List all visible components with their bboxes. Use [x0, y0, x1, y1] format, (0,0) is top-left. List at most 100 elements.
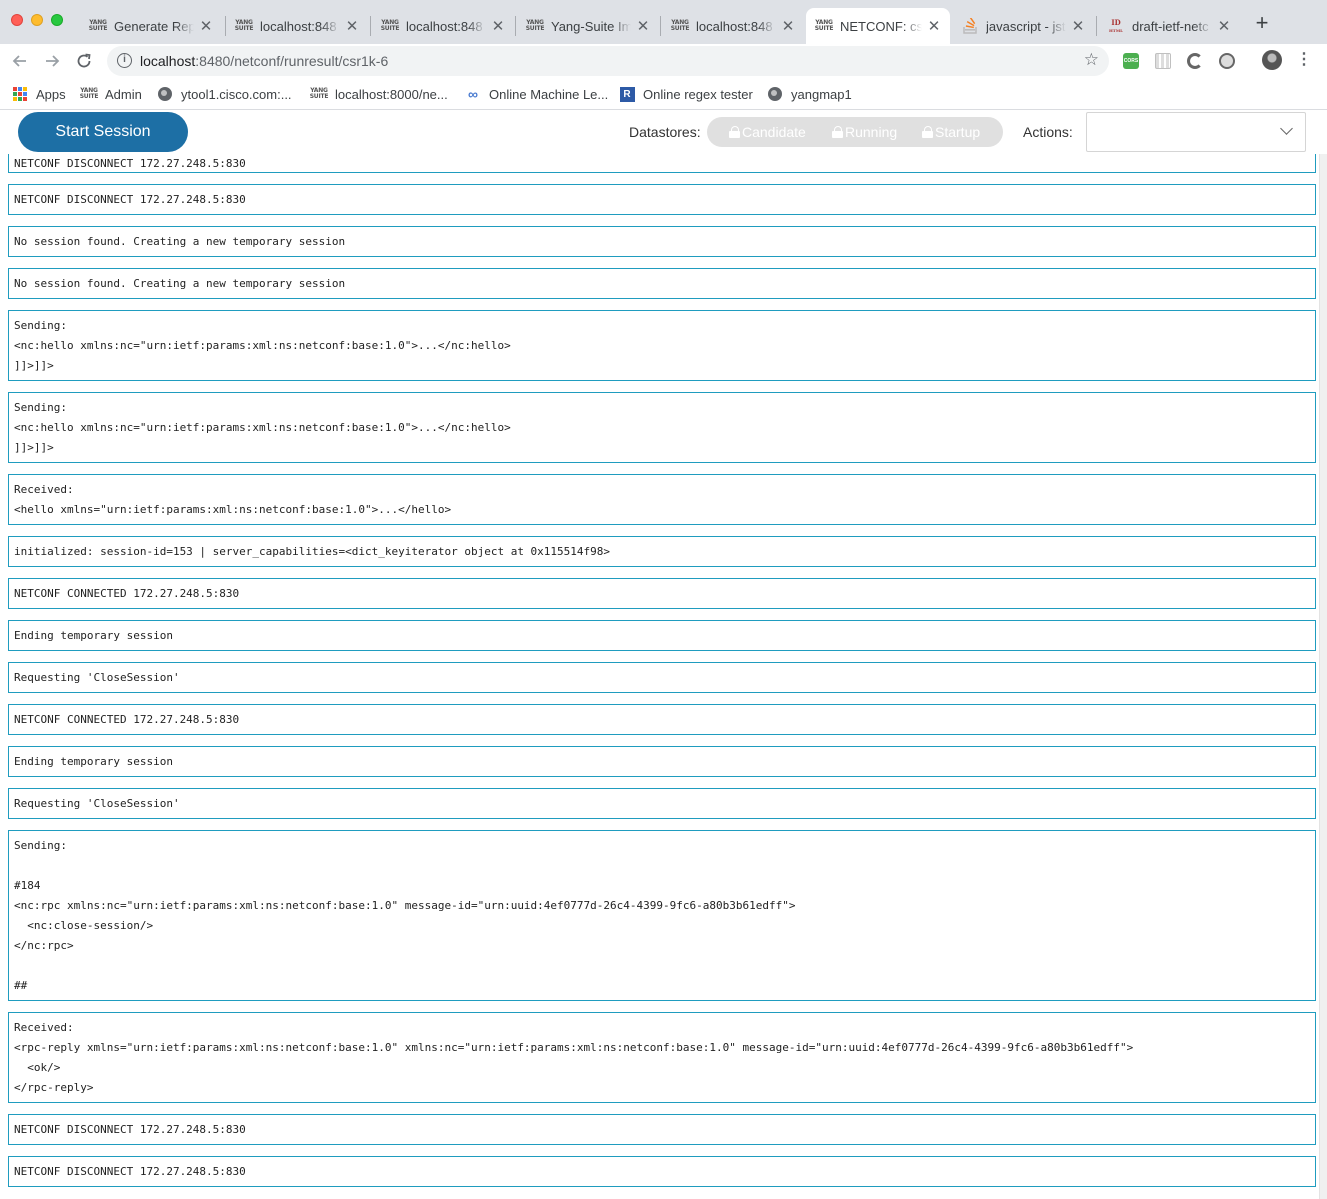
yang-suite-icon: YANG SUITE: [380, 19, 400, 32]
tab-close-icon[interactable]: ✕: [635, 17, 651, 35]
bookmark-label: Online regex tester: [643, 86, 753, 102]
yang-suite-icon: YANG SUITE: [309, 87, 329, 100]
tab-close-icon[interactable]: ✕: [198, 17, 214, 35]
tab-title: localhost:848: [696, 18, 776, 34]
bookmark-apps[interactable]: Apps: [12, 84, 66, 104]
extension-circle-icon[interactable]: [1219, 53, 1235, 69]
profile-avatar[interactable]: [1262, 50, 1282, 70]
datastore-startup[interactable]: Startup: [922, 124, 980, 140]
page-header: Start Session Datastores: Candidate Runn…: [0, 111, 1327, 154]
window-close-button[interactable]: [11, 14, 23, 26]
back-icon[interactable]: [9, 50, 31, 72]
infinity-icon: ∞: [468, 86, 478, 102]
tab-divider: [1096, 16, 1097, 36]
browser-tab[interactable]: YANG SUITE localhost:848 ✕: [662, 8, 804, 44]
tab-close-icon[interactable]: ✕: [1070, 17, 1086, 35]
yang-suite-icon: YANG SUITE: [525, 19, 545, 32]
bookmark-ytool1[interactable]: ytool1.cisco.com:...: [157, 84, 292, 104]
bookmark-label: ytool1.cisco.com:...: [181, 86, 292, 102]
browser-tab[interactable]: YANG SUITE Generate Repl ✕: [80, 8, 222, 44]
cors-extension-icon[interactable]: CORS: [1123, 53, 1139, 69]
window-minimize-button[interactable]: [31, 14, 43, 26]
forward-icon[interactable]: [41, 50, 63, 72]
datastore-running[interactable]: Running: [832, 124, 897, 140]
browser-tab[interactable]: YANG SUITE localhost:848 ✕: [372, 8, 514, 44]
bookmarks-bar: Apps YANG SUITE Admin ytool1.cisco.com:..…: [0, 78, 1327, 110]
tab-close-icon[interactable]: ✕: [926, 17, 942, 35]
datastore-label: Startup: [935, 124, 981, 140]
bookmark-label: Online Machine Le...: [489, 86, 609, 102]
page-content: NETCONF DISCONNECT 172.27.248.5:830 NETC…: [0, 111, 1327, 1199]
bookmark-star-icon[interactable]: ☆: [1084, 50, 1099, 70]
lock-icon: [729, 126, 740, 138]
tab-title: localhost:848: [406, 18, 486, 34]
log-entry: NETCONF DISCONNECT 172.27.248.5:830: [8, 1156, 1316, 1187]
new-tab-button[interactable]: +: [1250, 12, 1274, 36]
datastores-label: Datastores:: [629, 124, 701, 140]
tab-title: Yang-Suite Im: [551, 18, 631, 34]
tab-divider: [370, 16, 371, 36]
browser-tab-active[interactable]: YANG SUITE NETCONF: csr ✕: [806, 8, 950, 44]
browser-tab[interactable]: YANG SUITE Yang-Suite Im ✕: [517, 8, 659, 44]
page-scrollbar[interactable]: [1319, 111, 1327, 1199]
browser-toolbar: i localhost:8480/netconf/runresult/csr1k…: [0, 44, 1327, 78]
bookmark-label: localhost:8000/ne...: [335, 86, 448, 102]
bookmark-label: Admin: [105, 86, 142, 102]
browser-tab[interactable]: ID HTML draft-ietf-netc ✕: [1098, 8, 1240, 44]
tab-divider: [515, 16, 516, 36]
tab-title: javascript - jst: [986, 18, 1066, 34]
log-entry: Received: <rpc-reply xmlns="urn:ietf:par…: [8, 1012, 1316, 1103]
url-text[interactable]: localhost:8480/netconf/runresult/csr1k-6: [140, 53, 388, 69]
extension-grid-icon[interactable]: [1155, 53, 1171, 69]
browser-tab[interactable]: YANG SUITE localhost:848 ✕: [226, 8, 368, 44]
datastore-label: Candidate: [742, 124, 806, 140]
yang-suite-icon: YANG SUITE: [814, 19, 834, 32]
tab-title: localhost:848: [260, 18, 340, 34]
start-session-button[interactable]: Start Session: [18, 112, 188, 152]
ietf-icon: ID HTML: [1109, 17, 1123, 33]
tab-divider: [660, 16, 661, 36]
bookmark-label: Apps: [36, 86, 66, 102]
site-info-icon[interactable]: i: [117, 53, 132, 68]
log-entry: No session found. Creating a new tempora…: [8, 268, 1316, 299]
yang-suite-icon: YANG SUITE: [234, 19, 254, 32]
log-entry: initialized: session-id=153 | server_cap…: [8, 536, 1316, 567]
log-entry: NETCONF CONNECTED 172.27.248.5:830: [8, 704, 1316, 735]
datastore-selector: Candidate Running Startup: [707, 117, 1003, 147]
lock-icon: [832, 126, 843, 138]
apps-grid-icon: [12, 86, 28, 102]
bookmark-yangmap1[interactable]: yangmap1: [767, 84, 852, 104]
bookmark-online-regex-tester[interactable]: R Online regex tester: [619, 84, 753, 104]
log-entry: Received: <hello xmlns="urn:ietf:params:…: [8, 474, 1316, 525]
bookmark-label: yangmap1: [791, 86, 852, 102]
extension-sync-icon[interactable]: [1187, 53, 1203, 69]
browser-menu-icon[interactable]: ⋮: [1296, 50, 1312, 70]
address-bar[interactable]: i localhost:8480/netconf/runresult/csr1k…: [107, 46, 1109, 76]
log-entry: NETCONF DISCONNECT 172.27.248.5:830: [8, 184, 1316, 215]
log-entry: Requesting 'CloseSession': [8, 788, 1316, 819]
log-entry: No session found. Creating a new tempora…: [8, 226, 1316, 257]
tab-close-icon[interactable]: ✕: [344, 17, 360, 35]
tab-close-icon[interactable]: ✕: [490, 17, 506, 35]
log-entry: Ending temporary session: [8, 620, 1316, 651]
tab-close-icon[interactable]: ✕: [1216, 17, 1232, 35]
datastore-candidate[interactable]: Candidate: [729, 124, 806, 140]
globe-icon: [157, 86, 173, 102]
bookmark-admin[interactable]: YANG SUITE Admin: [80, 84, 142, 104]
reload-icon[interactable]: [73, 50, 95, 72]
log-entry: Sending: <nc:hello xmlns:nc="urn:ietf:pa…: [8, 310, 1316, 381]
tab-title: Generate Repl: [114, 18, 194, 34]
window-zoom-button[interactable]: [51, 14, 63, 26]
browser-tab-strip: YANG SUITE Generate Repl ✕ YANG SUITE loca…: [0, 0, 1327, 44]
bookmark-localhost-8000[interactable]: YANG SUITE localhost:8000/ne...: [309, 84, 448, 104]
actions-dropdown[interactable]: [1086, 112, 1306, 152]
bookmark-online-machine-learning[interactable]: ∞ Online Machine Le...: [465, 84, 608, 104]
lock-icon: [922, 126, 933, 138]
log-entry: NETCONF DISCONNECT 172.27.248.5:830: [8, 1114, 1316, 1145]
yang-suite-icon: YANG SUITE: [88, 19, 108, 32]
chevron-down-icon: [1280, 122, 1293, 135]
tab-close-icon[interactable]: ✕: [780, 17, 796, 35]
browser-tab[interactable]: javascript - jst ✕: [952, 8, 1094, 44]
regex-icon: R: [619, 86, 635, 102]
log-entry: Sending: <nc:hello xmlns:nc="urn:ietf:pa…: [8, 392, 1316, 463]
